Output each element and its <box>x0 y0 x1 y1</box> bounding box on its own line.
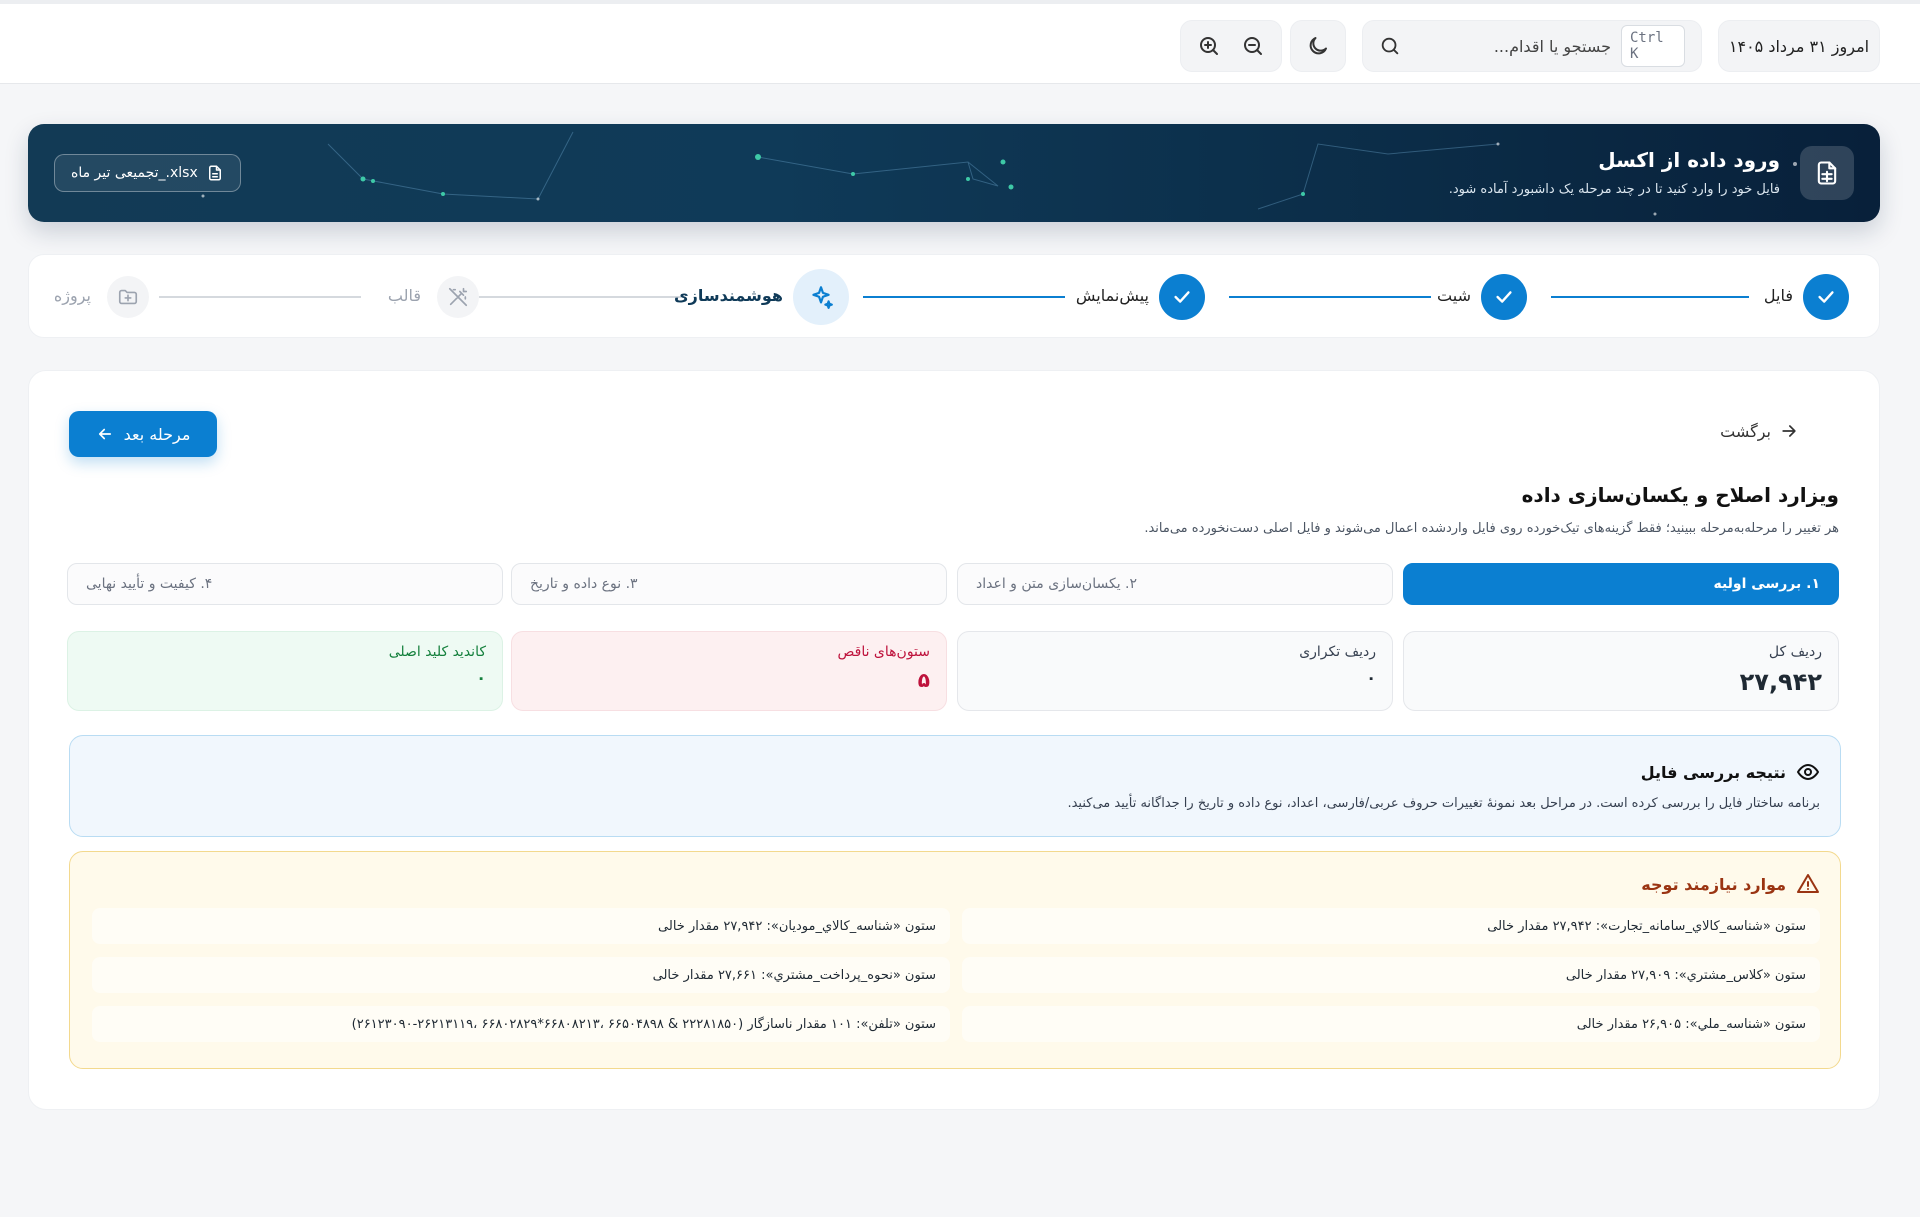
eye-icon <box>1796 760 1820 784</box>
step-connector <box>1551 296 1749 298</box>
wizard-card: برگشت مرحله بعد ویزارد اصلاح و یکسان‌ساز… <box>28 370 1880 1110</box>
step-connector <box>863 296 1065 298</box>
next-step-label: مرحله بعد <box>123 424 191 444</box>
check-icon <box>1171 286 1193 308</box>
network-pattern-decoration <box>201 131 1797 216</box>
folder-plus-icon <box>117 286 139 308</box>
step-smartify[interactable] <box>793 269 849 325</box>
stat-duplicate-rows: ردیف تکراری ۰ <box>957 631 1393 711</box>
step-label-project: پروژه <box>53 286 91 305</box>
stat-total-rows: ردیف کل ۲۷,۹۴۲ <box>1403 631 1839 711</box>
stat-value: ۲۷,۹۴۲ <box>1739 668 1822 696</box>
file-name-chip[interactable]: تجمیعی تیر ماه_.xlsx <box>54 154 241 192</box>
zoom-controls <box>1180 20 1282 72</box>
top-bar: امروز ۳۱ مرداد ۱۴۰۵ Ctrl K <box>0 0 1920 84</box>
stat-incomplete-columns: ستون‌های ناقص ۵ <box>511 631 947 711</box>
search-input[interactable] <box>1411 36 1611 56</box>
result-heading: نتیجه بررسی فایل <box>1641 760 1820 784</box>
step-label-smartify: هوشمندسازی <box>674 286 783 305</box>
warning-item: ستون «شناسه_کالاي_سامانه_تجارت»: ۲۷,۹۴۲ … <box>962 908 1820 944</box>
stat-value: ۰ <box>476 668 486 687</box>
next-step-button[interactable]: مرحله بعد <box>69 411 217 457</box>
result-title: نتیجه بررسی فایل <box>1640 762 1786 782</box>
stat-primary-key-candidates: کاندید کلید اصلی ۰ <box>67 631 503 711</box>
theme-toggle-group <box>1290 20 1346 72</box>
step-connector <box>159 296 361 298</box>
tab-data-type-date[interactable]: ۳. نوع داده و تاریخ <box>511 563 947 605</box>
tab-initial-review[interactable]: ۱. بررسی اولیه <box>1403 563 1839 605</box>
zoom-out-button[interactable] <box>1233 26 1273 66</box>
banner-title: ورود داده از اکسل <box>1598 148 1780 172</box>
step-template[interactable] <box>437 276 479 318</box>
dark-mode-toggle[interactable] <box>1298 26 1338 66</box>
step-connector <box>1229 296 1431 298</box>
file-name: تجمیعی تیر ماه_.xlsx <box>71 165 198 181</box>
date-display: امروز ۳۱ مرداد ۱۴۰۵ <box>1718 20 1880 72</box>
stat-label: کاندید کلید اصلی <box>388 644 486 660</box>
step-file[interactable] <box>1803 274 1849 320</box>
wizard-title: ویزارد اصلاح و یکسان‌سازی داده <box>1521 483 1839 507</box>
warnings-title: موارد نیازمند توجه <box>1641 874 1786 894</box>
spreadsheet-file-icon <box>1800 146 1854 200</box>
result-text: برنامه ساختار فایل را بررسی کرده است. در… <box>1067 796 1820 811</box>
banner-subtitle: فایل خود را وارد کنید تا در چند مرحله یک… <box>1448 182 1780 197</box>
search-box[interactable]: Ctrl K <box>1362 20 1702 72</box>
tab-quality-final[interactable]: ۴. کیفیت و تأیید نهایی <box>67 563 503 605</box>
step-project[interactable] <box>107 276 149 318</box>
step-label-file: فایل <box>1763 286 1793 305</box>
shortcut-badge: Ctrl K <box>1621 25 1685 67</box>
step-sheet[interactable] <box>1481 274 1527 320</box>
warning-item: ستون «تلفن»: ۱۰۱ مقدار ناسازگار (۲۲۲۸۱۸۵… <box>92 1006 950 1042</box>
moon-icon <box>1306 34 1330 58</box>
warnings-heading: موارد نیازمند توجه <box>1641 872 1820 896</box>
zoom-in-icon <box>1197 34 1221 58</box>
search-icon <box>1379 35 1401 57</box>
step-label-preview: پیش‌نمایش <box>1075 286 1149 305</box>
warning-item: ستون «نحوه_پرداخت_مشتري»: ۲۷,۶۶۱ مقدار خ… <box>92 957 950 993</box>
stat-label: ردیف کل <box>1768 644 1822 660</box>
arrow-right-icon <box>1779 421 1799 441</box>
wizard-subtitle: هر تغییر را مرحله‌به‌مرحله ببینید؛ فقط گ… <box>1144 521 1839 536</box>
arrow-left-icon <box>96 425 114 443</box>
stat-label: ردیف تکراری <box>1299 644 1376 660</box>
step-label-sheet: شیت <box>1437 286 1471 305</box>
warning-item: ستون «شناسه_کالاي_موديان»: ۲۷,۹۴۲ مقدار … <box>92 908 950 944</box>
stat-value: ۰ <box>1366 668 1376 687</box>
attention-items: موارد نیازمند توجه ستون «شناسه_کالاي_سام… <box>69 851 1841 1069</box>
document-icon <box>206 164 224 182</box>
back-label: برگشت <box>1720 421 1771 441</box>
import-banner: ورود داده از اکسل فایل خود را وارد کنید … <box>28 124 1880 222</box>
zoom-in-button[interactable] <box>1189 26 1229 66</box>
check-icon <box>1493 286 1515 308</box>
sparkle-icon <box>808 284 834 310</box>
back-link[interactable]: برگشت <box>1720 421 1799 441</box>
step-preview[interactable] <box>1159 274 1205 320</box>
magic-wand-icon <box>447 286 469 308</box>
warning-item: ستون «کلاس_مشتري»: ۲۷,۹۰۹ مقدار خالی <box>962 957 1820 993</box>
zoom-out-icon <box>1241 34 1265 58</box>
warning-triangle-icon <box>1796 872 1820 896</box>
step-label-template: قالب <box>387 286 421 305</box>
tab-text-number-normalize[interactable]: ۲. یکسان‌سازی متن و اعداد <box>957 563 1393 605</box>
step-connector <box>479 296 681 298</box>
date-text: امروز ۳۱ مرداد ۱۴۰۵ <box>1728 36 1870 56</box>
warning-item: ستون «شناسه_ملي»: ۲۶,۹۰۵ مقدار خالی <box>962 1006 1820 1042</box>
stat-label: ستون‌های ناقص <box>837 644 930 660</box>
check-icon <box>1815 286 1837 308</box>
file-check-result: نتیجه بررسی فایل برنامه ساختار فایل را ب… <box>69 735 1841 837</box>
stat-value: ۵ <box>917 668 930 692</box>
progress-stepper: فایل شیت پیش‌نمایش هوشمندسازی قالب پروژه <box>28 254 1880 338</box>
